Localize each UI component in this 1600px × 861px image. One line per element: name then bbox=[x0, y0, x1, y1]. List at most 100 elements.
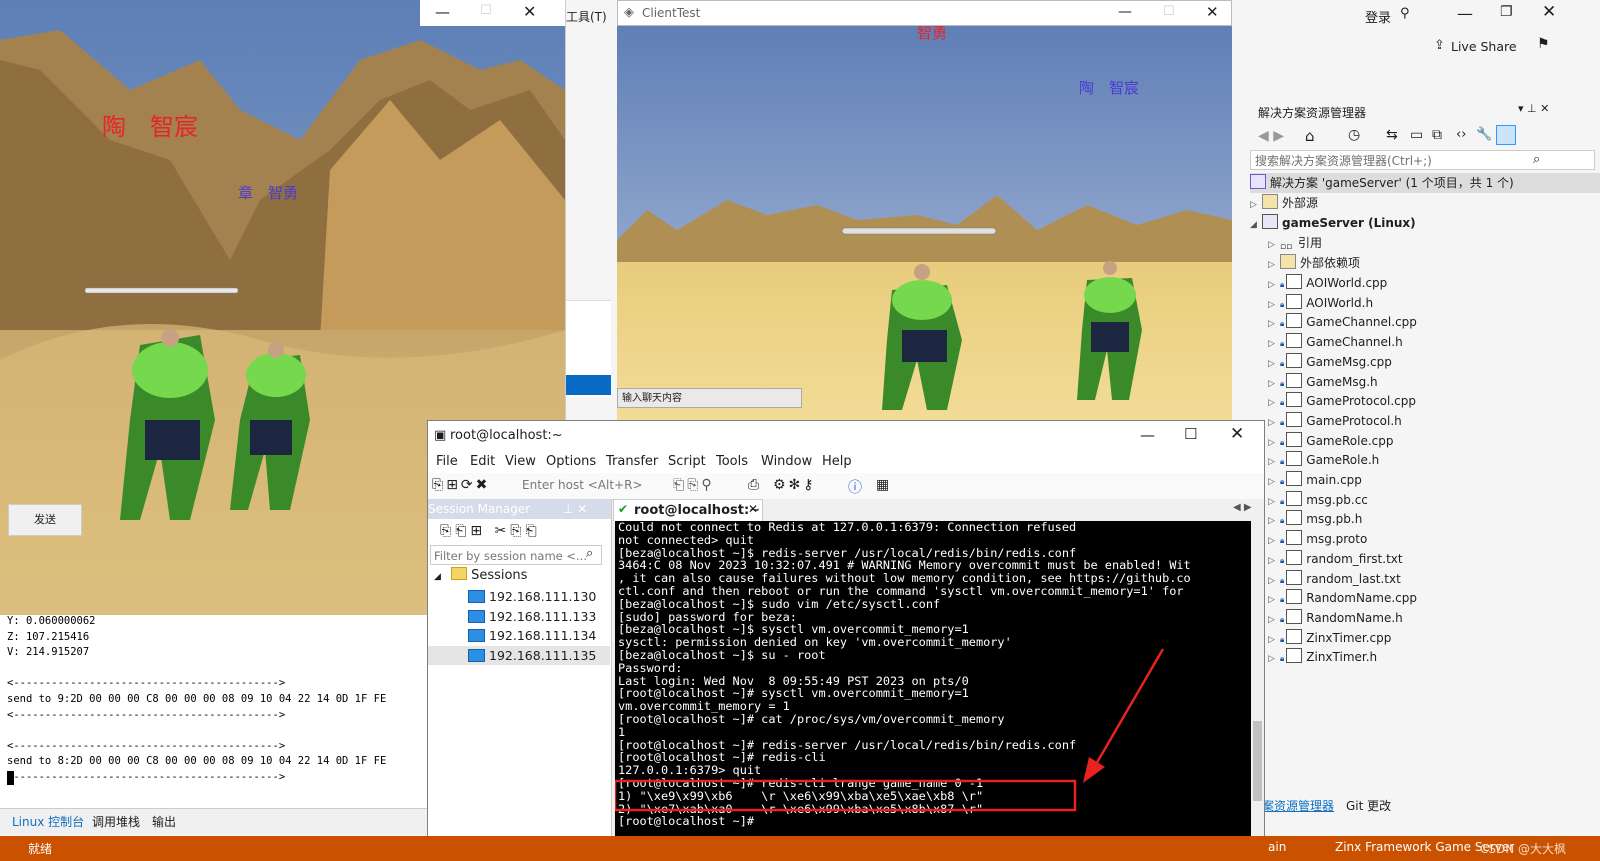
solution-file-item[interactable]: ▷ 🔒︎ GameRole.h bbox=[1268, 450, 1379, 470]
terminal-scrollbar[interactable] bbox=[1251, 521, 1264, 841]
back-icon[interactable]: ◀ ▶ bbox=[1258, 128, 1284, 144]
dependencies-node[interactable]: ▷ 外部依赖项 bbox=[1268, 253, 1360, 273]
terminal-output[interactable]: Could not connect to Redis at 127.0.0.1:… bbox=[615, 521, 1251, 853]
minimize-icon[interactable]: — bbox=[1118, 4, 1132, 20]
wrench-icon[interactable]: 🔧 bbox=[1476, 127, 1492, 142]
file-icon bbox=[1286, 352, 1303, 368]
menu-help[interactable]: Help bbox=[822, 454, 852, 469]
solution-file-item[interactable]: ▷ 🔒︎ msg.pb.h bbox=[1268, 509, 1362, 529]
chat-input[interactable]: 输入聊天内容 bbox=[617, 388, 802, 408]
project-node[interactable]: ◢ gameServer (Linux) bbox=[1250, 213, 1416, 233]
menu-script[interactable]: Script bbox=[668, 454, 706, 469]
account-icon[interactable]: ⚲ bbox=[1400, 6, 1410, 21]
pin-icon[interactable]: ⊥ ✕ bbox=[563, 499, 587, 519]
menu-window[interactable]: Window bbox=[761, 454, 812, 469]
solution-file-item[interactable]: ▷ 🔒︎ main.cpp bbox=[1268, 470, 1362, 490]
preview-icon[interactable] bbox=[1496, 125, 1516, 145]
menu-tools[interactable]: Tools bbox=[716, 454, 748, 469]
clipboard-icons[interactable]: ⎗⎘⚲ bbox=[673, 477, 715, 493]
solution-file-item[interactable]: ▷ 🔒︎ AOIWorld.h bbox=[1268, 293, 1373, 313]
solution-file-item[interactable]: ▷ 🔒︎ random_first.txt bbox=[1268, 549, 1403, 569]
scroll-thumb[interactable] bbox=[1253, 721, 1262, 801]
session-item[interactable]: 192.168.111.135 bbox=[428, 645, 610, 665]
solution-file-item[interactable]: ▷ 🔒︎ ZinxTimer.h bbox=[1268, 647, 1377, 667]
tab-scroll-icons[interactable]: ◀ ▶ bbox=[1233, 502, 1252, 513]
keymap-icon[interactable]: ▦ bbox=[876, 477, 889, 493]
home-icon[interactable]: ⌂ bbox=[1305, 127, 1315, 145]
tab-call-stack[interactable]: 调用堆栈 bbox=[92, 813, 140, 830]
lock-icon: 🔒︎ bbox=[1280, 417, 1285, 427]
help-icon[interactable]: ⓘ bbox=[848, 477, 862, 497]
close-icon[interactable]: ✕ bbox=[523, 2, 536, 21]
history-icon[interactable]: ◷ bbox=[1348, 127, 1360, 143]
solution-file-item[interactable]: ▷ 🔒︎ GameChannel.h bbox=[1268, 332, 1403, 352]
session-label: 192.168.111.134 bbox=[489, 628, 597, 644]
game-view-right[interactable]: 陶 智宸 智勇 输入聊天内容 bbox=[617, 0, 1232, 420]
collapse-icon[interactable]: ▭ bbox=[1410, 127, 1423, 143]
minimize-icon[interactable]: — bbox=[1457, 4, 1473, 23]
menu-file[interactable]: File bbox=[436, 454, 458, 469]
solution-file-item[interactable]: ▷ 🔒︎ GameChannel.cpp bbox=[1268, 312, 1417, 332]
solution-search-input[interactable]: 搜索解决方案资源管理器(Ctrl+;) bbox=[1250, 150, 1595, 170]
solution-node[interactable]: 解决方案 'gameServer' (1 个项目，共 1 个) bbox=[1250, 173, 1600, 193]
pin-icon[interactable]: ▾ ⊥ ✕ bbox=[1518, 102, 1549, 115]
close-icon[interactable]: ✕ bbox=[1230, 424, 1244, 444]
close-icon[interactable]: ✕ bbox=[1206, 3, 1219, 21]
settings-icons[interactable]: ⚙✻⚷ bbox=[773, 477, 817, 493]
live-share-button[interactable]: Live Share bbox=[1451, 39, 1517, 54]
connect-icons[interactable]: ⎘⊞⟳✖ bbox=[432, 477, 490, 493]
maximize-icon[interactable]: ☐ bbox=[1184, 425, 1197, 443]
expand-icon[interactable]: ◢ bbox=[434, 572, 441, 582]
console-tabs: Linux 控制台 调用堆栈 输出 bbox=[0, 808, 430, 835]
menu-edit[interactable]: Edit bbox=[470, 454, 495, 469]
search-icon[interactable]: ⌕ bbox=[586, 546, 593, 561]
menu-options[interactable]: Options bbox=[546, 454, 596, 469]
solution-file-item[interactable]: ▷ 🔒︎ GameMsg.h bbox=[1268, 372, 1378, 392]
live-share-icon: ⇪ bbox=[1434, 38, 1445, 53]
show-all-icon[interactable]: ⧉ bbox=[1432, 127, 1442, 143]
external-sources-node[interactable]: ▷ 外部源 bbox=[1250, 193, 1318, 213]
solution-file-item[interactable]: ▷ 🔒︎ msg.proto bbox=[1268, 529, 1367, 549]
session-filter-input[interactable]: Filter by session name <... bbox=[430, 545, 602, 565]
restore-icon[interactable]: ❐ bbox=[1500, 4, 1513, 20]
session-item[interactable]: 192.168.111.134 bbox=[428, 626, 610, 645]
solution-file-item[interactable]: ▷ 🔒︎ ZinxTimer.cpp bbox=[1268, 628, 1391, 648]
solution-file-item[interactable]: ▷ 🔒︎ GameProtocol.h bbox=[1268, 411, 1402, 431]
solution-file-item[interactable]: ▷ 🔒︎ AOIWorld.cpp bbox=[1268, 273, 1387, 293]
solution-file-item[interactable]: ▷ 🔒︎ GameMsg.cpp bbox=[1268, 352, 1392, 372]
menu-view[interactable]: View bbox=[505, 454, 536, 469]
session-item[interactable]: 192.168.111.133 bbox=[428, 607, 610, 626]
feedback-icon[interactable]: ⚑ bbox=[1537, 36, 1550, 52]
search-icon[interactable]: ⌕ bbox=[1533, 152, 1540, 167]
sync-icon[interactable]: ⇆ bbox=[1386, 127, 1398, 143]
session-toolbar-icons[interactable]: ⎘⎗⊞ ✂⎘⎗ bbox=[440, 523, 541, 539]
tab-linux-console[interactable]: Linux 控制台 bbox=[12, 813, 84, 830]
references-node[interactable]: ▷ ▫▫ 引用 bbox=[1268, 233, 1322, 253]
expand-icon[interactable]: ▷ bbox=[1268, 649, 1280, 669]
sessions-folder[interactable]: ◢ Sessions bbox=[434, 567, 527, 583]
close-icon[interactable]: ✕ bbox=[1542, 2, 1556, 22]
solution-file-item[interactable]: ▷ 🔒︎ msg.pb.cc bbox=[1268, 490, 1368, 510]
menu-transfer[interactable]: Transfer bbox=[606, 454, 658, 469]
code-icon[interactable]: ‹› bbox=[1456, 127, 1466, 142]
solution-file-item[interactable]: ▷ 🔒︎ random_last.txt bbox=[1268, 569, 1401, 589]
solution-file-item[interactable]: ▷ 🔒︎ RandomName.cpp bbox=[1268, 588, 1417, 608]
solution-file-item[interactable]: ▷ 🔒︎ RandomName.h bbox=[1268, 608, 1403, 628]
tab-output[interactable]: 输出 bbox=[152, 813, 176, 830]
file-icon bbox=[1286, 411, 1303, 427]
minimize-icon[interactable]: — bbox=[1140, 426, 1155, 444]
print-icon[interactable]: ⎙ bbox=[748, 477, 759, 493]
solution-file-item[interactable]: ▷ 🔒︎ GameRole.cpp bbox=[1268, 431, 1394, 451]
close-tab-icon[interactable]: ✕ bbox=[748, 502, 758, 516]
host-input[interactable]: Enter host <Alt+R> bbox=[522, 478, 643, 492]
send-button[interactable]: 发送 bbox=[8, 504, 82, 536]
tools-menu[interactable]: 工具(T) bbox=[566, 8, 607, 25]
solution-file-item[interactable]: ▷ 🔒︎ GameProtocol.cpp bbox=[1268, 391, 1416, 411]
tab-git-changes[interactable]: Git 更改 bbox=[1346, 797, 1391, 814]
session-item[interactable]: 192.168.111.130 bbox=[428, 587, 610, 606]
file-icon bbox=[1286, 471, 1303, 486]
login-link[interactable]: 登录 bbox=[1365, 7, 1391, 26]
terminal-tab[interactable]: ✔ root@localhost:~ ✕ bbox=[613, 499, 763, 521]
file-label: ZinxTimer.h bbox=[1306, 650, 1378, 665]
minimize-icon[interactable]: — bbox=[435, 3, 450, 21]
